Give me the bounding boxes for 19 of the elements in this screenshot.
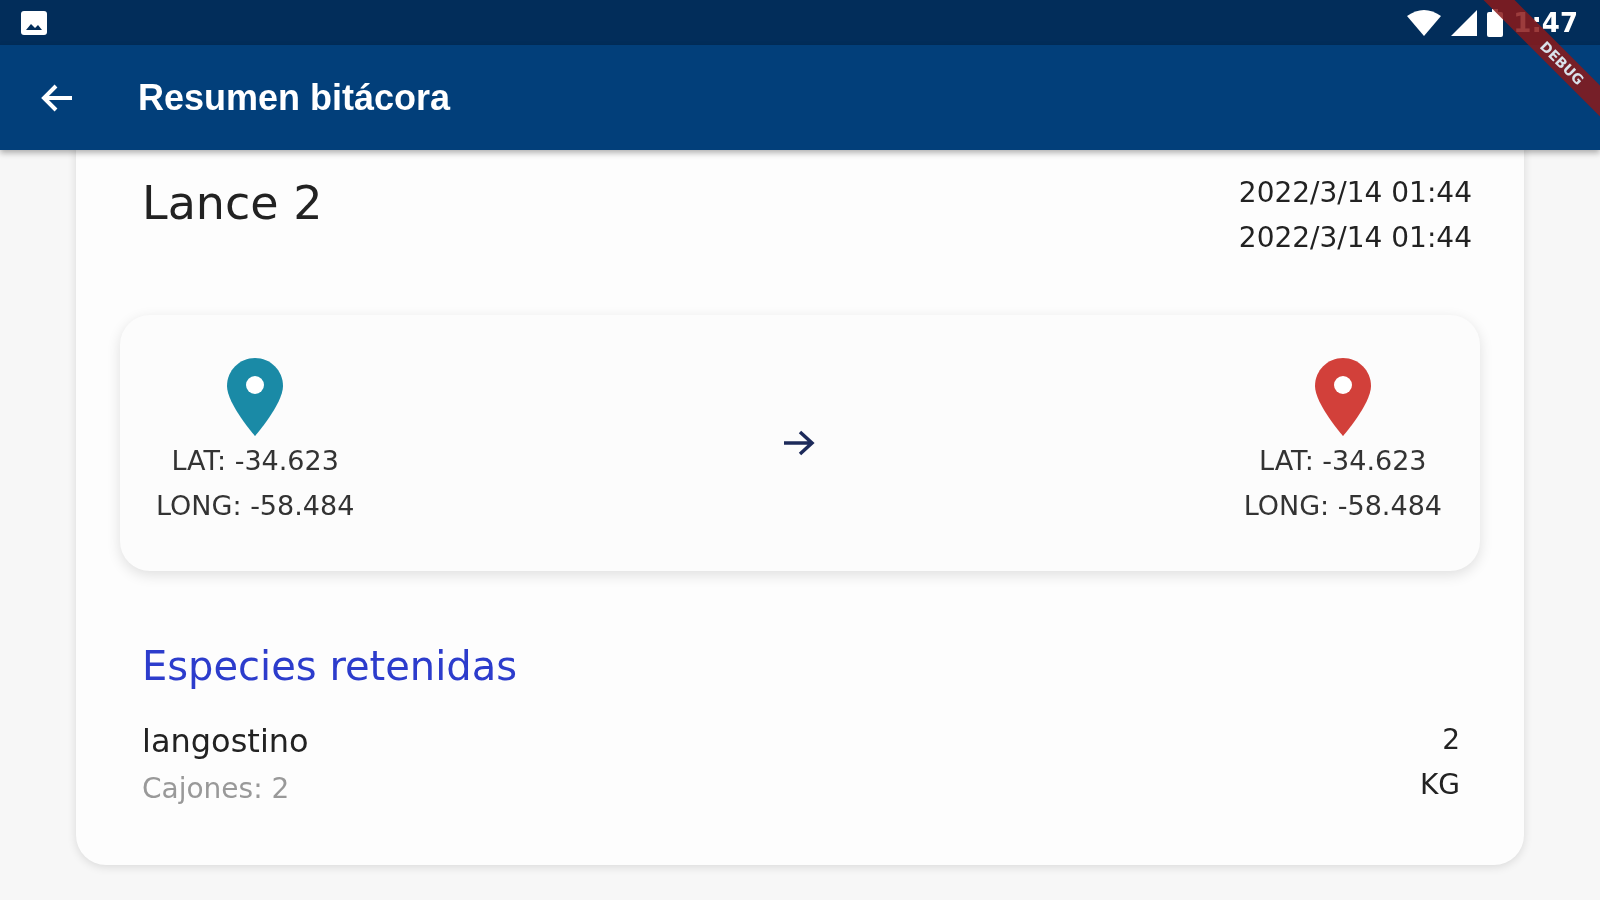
start-time: 2022/3/14 01:44 bbox=[1238, 175, 1472, 211]
longitude-text: LONG: -58.484 bbox=[156, 489, 355, 523]
boxes-count: Cajones: 2 bbox=[142, 771, 291, 807]
end-time: 2022/3/14 01:44 bbox=[1238, 220, 1472, 256]
wifi-icon bbox=[1407, 9, 1442, 36]
haul-title: Lance 2 bbox=[142, 176, 323, 230]
battery-icon bbox=[1487, 8, 1504, 37]
image-icon bbox=[20, 9, 48, 36]
app-bar-title: Resumen bitácora bbox=[138, 76, 451, 119]
latitude-text: LAT: -34.623 bbox=[171, 444, 339, 478]
quantity-value: 2 bbox=[1442, 722, 1460, 758]
unit-label: KG bbox=[1419, 767, 1460, 803]
arrow-right-icon bbox=[782, 429, 816, 457]
latitude-text: LAT: -34.623 bbox=[1259, 444, 1427, 478]
back-arrow-icon bbox=[40, 82, 74, 113]
longitude-text: LONG: -58.484 bbox=[1243, 489, 1442, 523]
species-name: langostino bbox=[142, 721, 309, 762]
section-title: Especies retenidas bbox=[142, 643, 519, 689]
signal-icon bbox=[1451, 9, 1478, 36]
